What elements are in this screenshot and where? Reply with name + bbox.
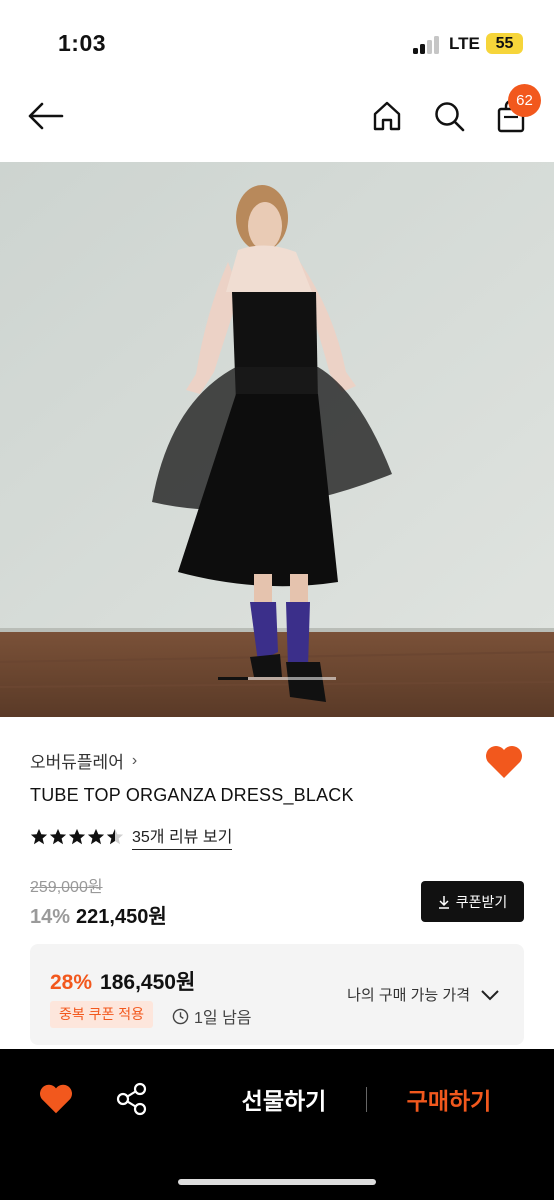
brand-name: 오버듀플레어 bbox=[30, 753, 124, 772]
download-icon bbox=[438, 895, 449, 909]
my-price-toggle[interactable]: 나의 구매 가능 가격 bbox=[347, 984, 500, 1005]
chevron-down-icon bbox=[481, 989, 499, 1000]
home-icon[interactable] bbox=[367, 96, 407, 136]
product-photo bbox=[0, 162, 554, 717]
product-image[interactable] bbox=[0, 162, 554, 717]
signal-icon bbox=[413, 36, 443, 54]
divider bbox=[366, 1087, 367, 1112]
wishlist-heart-icon[interactable] bbox=[38, 1083, 74, 1117]
share-icon[interactable] bbox=[115, 1082, 149, 1116]
review-link[interactable]: 35개 리뷰 보기 bbox=[132, 823, 233, 850]
original-price: 259,000원 bbox=[30, 879, 103, 896]
benefit-price-row: 28% 186,450원 bbox=[50, 966, 195, 996]
time-left: 1일 남음 bbox=[172, 1004, 252, 1028]
star-icon bbox=[87, 828, 105, 844]
price-row: 14% 221,450원 bbox=[30, 900, 167, 929]
image-pager-fill bbox=[218, 677, 248, 680]
star-icon bbox=[49, 828, 67, 844]
image-pager bbox=[218, 677, 336, 680]
discount-rate: 14% bbox=[30, 906, 71, 928]
benefit-discount-rate: 28% bbox=[50, 971, 93, 994]
sale-price: 221,450원 bbox=[76, 906, 167, 928]
star-icon bbox=[30, 828, 48, 844]
buy-button[interactable]: 구매하기 bbox=[384, 1081, 514, 1121]
home-indicator[interactable] bbox=[178, 1179, 376, 1185]
battery-indicator: 55 bbox=[486, 33, 523, 54]
network-type: LTE bbox=[449, 34, 480, 53]
my-price-label: 나의 구매 가능 가격 bbox=[347, 987, 470, 1004]
clock-icon bbox=[172, 1008, 189, 1024]
star-rating bbox=[30, 828, 124, 846]
product-name: TUBE TOP ORGANZA DRESS_BLACK bbox=[30, 785, 354, 805]
benefit-price: 186,450원 bbox=[100, 971, 196, 994]
coupon-button[interactable]: 쿠폰받기 bbox=[421, 881, 524, 922]
coupon-applied-badge: 중복 쿠폰 적용 bbox=[50, 1001, 154, 1028]
coupon-button-label: 쿠폰받기 bbox=[455, 893, 508, 910]
back-arrow-icon[interactable] bbox=[26, 96, 66, 136]
favorite-heart-icon[interactable] bbox=[484, 744, 524, 782]
chevron-right-icon: › bbox=[131, 751, 138, 769]
status-bar: 1:03 LTE 55 bbox=[0, 0, 554, 80]
status-time: 1:03 bbox=[58, 30, 107, 56]
star-icon bbox=[68, 828, 86, 844]
top-nav bbox=[0, 80, 554, 162]
benefit-price-box[interactable]: 28% 186,450원 중복 쿠폰 적용 1일 남음 나의 구매 가능 가격 bbox=[30, 944, 524, 1045]
half-star-icon bbox=[106, 828, 124, 844]
brand-link[interactable]: 오버듀플레어 › bbox=[30, 748, 137, 773]
rating-row: 35개 리뷰 보기 bbox=[30, 823, 233, 850]
time-left-label: 1일 남음 bbox=[194, 1010, 252, 1027]
cart-count-badge: 62 bbox=[508, 84, 541, 117]
gift-button[interactable]: 선물하기 bbox=[218, 1081, 350, 1121]
search-icon[interactable] bbox=[429, 96, 469, 136]
bottom-action-bar: 선물하기 구매하기 bbox=[0, 1049, 554, 1200]
